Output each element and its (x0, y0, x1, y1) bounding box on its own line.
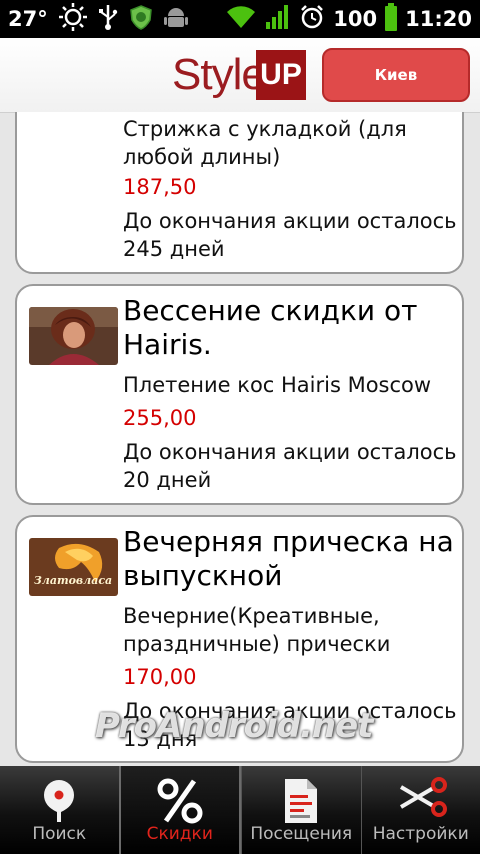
deal-price: 255,00 (123, 406, 197, 430)
deal-description: Плетение кос Hairis Moscow (123, 373, 432, 397)
deal-thumbnail (29, 307, 118, 365)
deal-title: Вессение скидки от Hairis. (123, 294, 418, 361)
usb-icon (98, 3, 118, 35)
tab-visits[interactable]: Посещения (241, 766, 361, 854)
deal-card[interactable]: Вессение скидки от Hairis. Плетение кос … (15, 284, 464, 505)
temperature: 27° (8, 7, 48, 31)
battery-level: 100 (333, 7, 378, 31)
wifi-icon (225, 4, 257, 34)
scissors-icon (362, 776, 480, 826)
deal-price: 187,50 (123, 175, 197, 199)
deal-description: Вечерние(Креативные, праздничные) причес… (123, 604, 391, 656)
deals-list[interactable]: Стрижка с укладкой (для любой длины) 187… (0, 112, 480, 766)
tab-label: Посещения (250, 824, 353, 844)
percent-icon (121, 776, 240, 826)
watermark: ProAndroid.net (95, 706, 373, 746)
sun-icon (58, 2, 88, 36)
tab-label: Настройки (372, 824, 469, 844)
logo-text: Style (172, 50, 266, 99)
antivirus-icon (128, 4, 154, 34)
bottom-tab-bar: Поиск Скидки Посещения Настройки (0, 766, 480, 854)
deal-card[interactable]: Стрижка с укладкой (для любой длины) 187… (15, 112, 464, 274)
map-pin-icon (0, 776, 119, 826)
deal-price: 170,00 (123, 665, 197, 689)
app-header: Style UP Киев (0, 38, 480, 113)
tab-settings[interactable]: Настройки (360, 766, 480, 854)
alarm-icon (299, 4, 325, 34)
document-icon (242, 776, 361, 826)
android-debug-icon (163, 4, 188, 34)
status-bar: 27° 100 11:20 (0, 0, 480, 38)
tab-discounts[interactable]: Скидки (118, 766, 241, 854)
deal-title: Вечерняя прическа на выпускной (123, 525, 454, 592)
signal-icon (265, 4, 291, 34)
tab-search[interactable]: Поиск (0, 766, 119, 854)
clock: 11:20 (405, 7, 472, 31)
deal-remaining: До окончания акции осталось 245 дней (123, 209, 457, 261)
deal-description: Стрижка с укладкой (для любой длины) (123, 117, 407, 169)
deal-thumbnail: Златовласа (29, 538, 118, 596)
city-select-button[interactable]: Киев (322, 48, 470, 102)
battery-icon (385, 3, 398, 35)
tab-label: Поиск (32, 824, 87, 844)
deal-remaining: До окончания акции осталось 20 дней (123, 440, 457, 492)
tab-label: Скидки (146, 824, 213, 844)
thumbnail-logo-text: Златовласа (34, 574, 112, 587)
logo-badge: UP (256, 50, 306, 100)
